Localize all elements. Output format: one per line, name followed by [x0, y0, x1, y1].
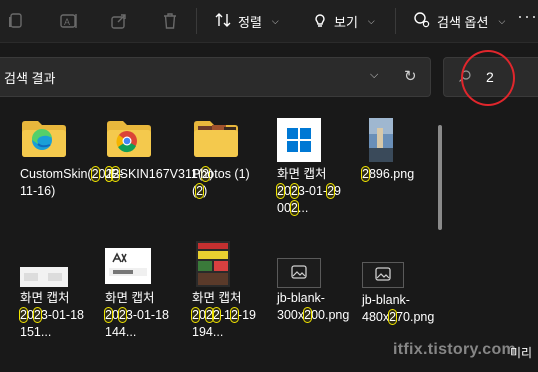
search-match-highlight: 2 — [388, 309, 398, 325]
share-icon[interactable] — [107, 9, 131, 33]
file-name: 화면 캡처 2022-12-19 194... — [191, 291, 256, 339]
search-match-highlight: 2 — [361, 166, 370, 182]
file-item[interactable]: 2896.png — [361, 118, 432, 238]
toolbar-divider — [196, 8, 197, 34]
file-name: 화면 캡처 2023-01-18 151... — [19, 291, 84, 339]
image-thumbnail — [277, 118, 321, 165]
file-item[interactable]: CustomSkin(2022-11-16) — [20, 118, 124, 238]
view-icon — [312, 11, 328, 32]
image-thumbnail — [369, 118, 393, 165]
watermark: itfix.tistory.com — [393, 341, 517, 358]
search-match-highlight: 2 — [195, 183, 205, 199]
chevron-down-icon[interactable]: ⌵ — [370, 69, 378, 82]
file-item[interactable]: Photos (1) (2) — [192, 118, 262, 238]
search-options-label: 검색 옵션 — [437, 14, 489, 30]
refresh-icon[interactable]: ↻ — [404, 67, 417, 85]
file-item[interactable]: 화면 캡처 2022-12-19 194... — [191, 241, 262, 360]
search-match-highlight: 2 — [19, 307, 28, 323]
search-match-highlight: 2 — [117, 307, 127, 323]
file-name: 화면 캡처 2023-01-29 002... — [276, 167, 341, 216]
address-bar[interactable]: 검색 결과 ⌵ ↻ — [0, 57, 431, 97]
file-name: 2896.png — [361, 166, 415, 182]
file-item[interactable]: JBSKIN167V311(2) — [105, 118, 214, 238]
image-thumbnail — [105, 248, 151, 287]
file-name: Photos (1) (2) — [192, 167, 250, 199]
file-name: JBSKIN167V311(2) — [105, 166, 214, 182]
image-thumbnail — [20, 267, 68, 290]
search-match-highlight: 2 — [326, 183, 336, 199]
svg-text:A: A — [64, 17, 70, 27]
vertical-scrollbar[interactable] — [438, 125, 442, 230]
search-match-highlight: 2 — [303, 307, 313, 323]
image-placeholder-icon — [362, 262, 404, 291]
file-item[interactable]: 화면 캡처 2023-01-29 002... — [276, 118, 347, 238]
search-match-highlight: 2 — [104, 307, 113, 323]
file-name: CustomSkin(2022-11-16) — [20, 166, 124, 198]
folder-icon — [20, 118, 68, 163]
view-label: 보기 — [334, 14, 358, 30]
sort-button[interactable]: 정렬 ⌵ — [214, 8, 279, 34]
search-match-highlight: 2 — [90, 166, 100, 182]
sort-label: 정렬 — [238, 14, 262, 30]
file-name: jb-blank-480x270.png — [362, 293, 435, 325]
folder-icon — [105, 118, 153, 163]
search-match-highlight: 2 — [289, 183, 299, 199]
search-options-icon — [413, 11, 431, 32]
file-item[interactable]: 화면 캡처 2023-01-18 151... — [19, 255, 90, 360]
search-match-highlight: 2 — [32, 307, 42, 323]
chevron-down-icon: ⌵ — [367, 15, 375, 26]
preview-pane-label: 미리 — [510, 346, 533, 360]
search-match-highlight: 2 — [191, 307, 200, 323]
command-bar: A 정렬 ⌵ 보기 ⌵ 검색 옵션 ⌵ ··· — [0, 0, 538, 43]
search-options-button[interactable]: 검색 옵션 ⌵ — [413, 8, 505, 34]
search-match-highlight: 2 — [276, 183, 285, 199]
search-match-highlight: 2 — [229, 307, 239, 323]
rename-icon[interactable]: A — [57, 9, 81, 33]
search-match-highlight: 2 — [211, 307, 221, 323]
address-text: 검색 결과 — [4, 71, 56, 86]
folder-icon — [192, 118, 240, 163]
file-item[interactable]: 화면 캡처 2023-01-18 144... — [104, 248, 175, 360]
file-item[interactable]: jb-blank-300x200.png — [277, 258, 350, 360]
search-input[interactable]: 2 — [486, 69, 494, 85]
image-placeholder-icon — [277, 258, 321, 291]
more-options-button[interactable]: ··· — [517, 6, 538, 27]
chevron-down-icon: ⌵ — [271, 15, 279, 26]
search-box[interactable]: 2 — [443, 57, 538, 97]
delete-icon[interactable] — [158, 9, 182, 33]
image-thumbnail — [196, 241, 230, 290]
search-match-highlight: 2 — [289, 200, 299, 216]
copy-icon[interactable] — [4, 9, 28, 33]
search-match-highlight: 2 — [204, 307, 214, 323]
chevron-down-icon: ⌵ — [498, 15, 506, 26]
toolbar-divider — [395, 8, 396, 34]
search-icon — [458, 69, 472, 86]
file-name: jb-blank-300x200.png — [277, 291, 350, 323]
file-name: 화면 캡처 2023-01-18 144... — [104, 291, 169, 339]
sort-icon — [214, 12, 232, 31]
view-button[interactable]: 보기 ⌵ — [312, 8, 375, 34]
